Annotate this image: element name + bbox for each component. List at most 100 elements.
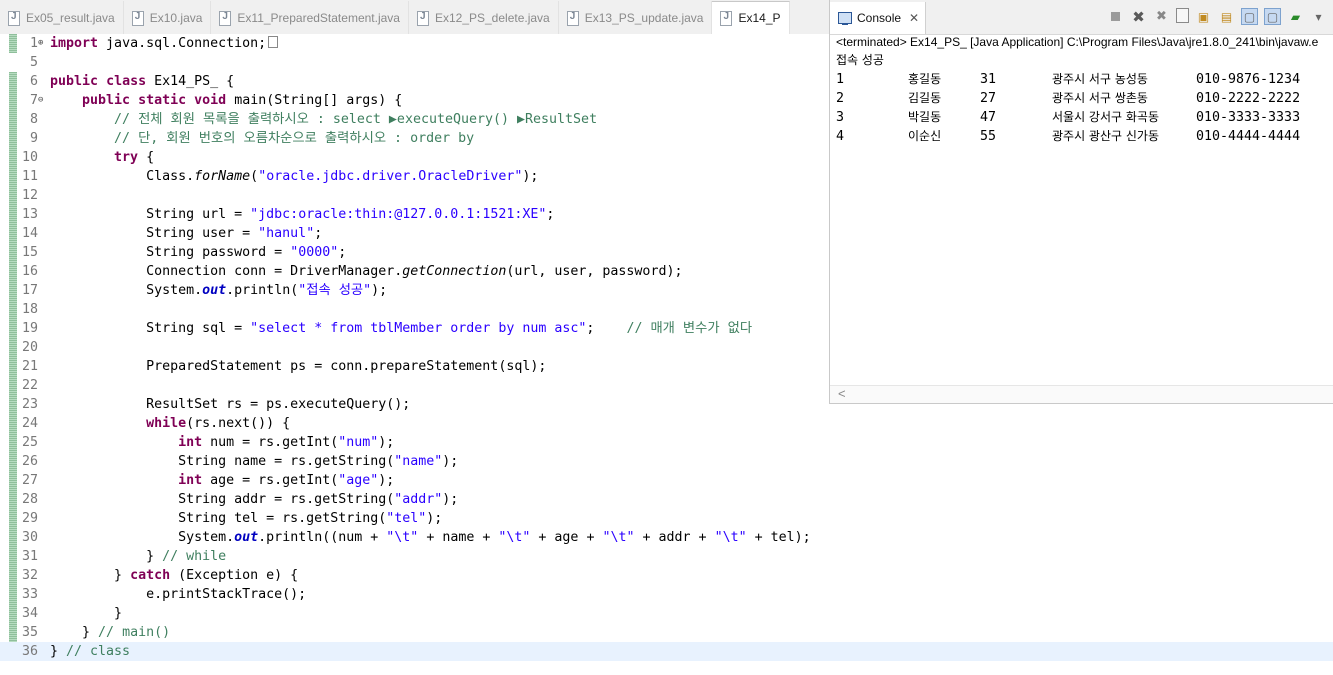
console-tab[interactable]: Console ✕ [830,2,926,34]
code-text: ( [250,169,259,184]
scroll-lock-icon[interactable]: ▣ [1195,8,1212,25]
java-file-icon [566,10,579,26]
code-line: 33 e.printStackTrace(); [0,585,829,604]
code-line: 16 Connection conn = DriverManager.getCo… [0,262,829,281]
line-number: 32 [21,568,38,583]
fold-expand-icon[interactable]: ⊕ [38,34,43,53]
code-line: 14 String user = "hanul"; [0,224,829,243]
string-literal: "접속 성공" [298,283,372,298]
line-number: 21 [21,359,38,374]
string-literal: "age" [338,473,379,488]
code-text: java.sql.Connection; [98,36,267,51]
keyword: catch [130,568,171,583]
fold-collapse-icon[interactable]: ⊖ [38,91,43,110]
editor-tab-active[interactable]: Ex14_P [712,1,790,34]
clear-console-icon[interactable] [1176,8,1189,23]
show-console-on-output-icon[interactable]: ▢ [1241,8,1258,25]
code-line: 5 [0,53,829,72]
output-num: 1 [836,72,845,87]
string-literal: "select * from tblMember order by num as… [250,321,587,336]
folded-imports-icon[interactable] [268,36,279,48]
code-line: 34 } [0,604,829,623]
line-number: 17 [21,283,38,298]
keyword: int [178,435,203,450]
line-number: 30 [21,530,38,545]
output-age: 31 [980,72,997,87]
code-line: 19 String sql = "select * from tblMember… [0,319,829,338]
line-number: 11 [21,169,38,184]
code-text: System. [146,283,203,298]
editor-tab[interactable]: Ex13_PS_update.java [559,1,713,34]
code-text: String password = [146,245,291,260]
method-name: getConnection [402,264,507,279]
code-line: 26 String name = rs.getString("name"); [0,452,829,471]
code-text: ); [371,283,388,298]
code-text: } [146,549,163,564]
scroll-left-icon[interactable]: < [838,386,846,401]
display-selected-console-icon[interactable]: ▾ [1310,8,1327,25]
word-wrap-icon[interactable]: ▤ [1218,8,1235,25]
console-output[interactable]: 접속 성공 1 홍길동 31 광주시 서구 농성동 010-9876-1234 2 김길동… [836,51,1330,146]
line-number: 33 [21,587,38,602]
code-text: ); [442,454,459,469]
horizontal-scrollbar[interactable]: < [830,385,1333,403]
code-text: Ex14_PS_ { [146,74,235,89]
editor-tab[interactable]: Ex12_PS_delete.java [409,1,559,34]
code-comment: // 매개 변수가 없다 [626,321,753,336]
code-text: (num + [330,530,387,545]
close-icon[interactable]: ✕ [909,11,919,25]
pin-console-icon[interactable]: ▰ [1287,8,1304,25]
line-number: 7 [29,93,38,108]
code-text: num = rs.getInt( [202,435,339,450]
code-text: PreparedStatement ps = conn.prepareState… [146,359,547,374]
console-text: 접속 성공 [836,53,884,67]
code-line: 11 Class.forName("oracle.jdbc.driver.Ora… [0,167,829,186]
output-name: 이순신 [908,129,942,143]
console-toolbar: ✖ ✖ ▣ ▤ ▢ ▢ ▰ ▾ [1107,8,1327,26]
remove-launch-icon[interactable]: ✖ [1130,8,1147,26]
line-number: 13 [21,207,38,222]
code-line: 25 int num = rs.getInt("num"); [0,433,829,452]
code-line: 29 String tel = rs.getString("tel"); [0,509,829,528]
code-line: 8 // 전체 회원 목록을 출력하시오 : select ▶executeQu… [0,110,829,129]
keyword: static [138,93,187,108]
code-text: { [138,150,155,165]
code-line: 15 String password = "0000"; [0,243,829,262]
line-number: 24 [21,416,38,431]
code-comment: // class [66,644,131,659]
terminate-icon[interactable] [1107,8,1124,25]
editor-tab[interactable]: Ex05_result.java [0,1,124,34]
string-literal: "\t" [386,530,419,545]
keyword: public [82,93,131,108]
output-tel: 010-2222-2222 [1196,91,1301,106]
code-text: .println( [226,283,299,298]
code-line: 13 String url = "jdbc:oracle:thin:@127.0… [0,205,829,224]
code-text: String addr = rs.getString( [178,492,395,507]
code-text: ); [426,511,443,526]
remove-all-terminated-icon[interactable]: ✖ [1153,8,1170,25]
output-num: 3 [836,110,845,125]
string-literal: "\t" [714,530,747,545]
editor-tab-bar: Ex05_result.java Ex10.java Ex11_Prepared… [0,0,829,35]
code-text: ResultSet rs = ps.executeQuery(); [146,397,411,412]
output-tel: 010-9876-1234 [1196,72,1301,87]
code-area[interactable]: 1 ⊕ import java.sql.Connection; 5 6 public … [0,34,1333,661]
output-num: 2 [836,91,845,106]
show-console-on-error-icon[interactable]: ▢ [1264,8,1281,25]
editor-tab[interactable]: Ex10.java [124,1,212,34]
keyword: public [50,74,99,89]
code-line: 27 int age = rs.getInt("age"); [0,471,829,490]
code-editor[interactable]: 1 ⊕ import java.sql.Connection; 5 6 public … [0,34,1333,675]
string-literal: "jdbc:oracle:thin:@127.0.0.1:1521:XE" [250,207,547,222]
line-number: 1 [29,36,38,51]
line-number: 9 [29,131,38,146]
console-tab-label: Console [857,11,902,25]
code-text: + age + [530,530,603,545]
string-literal: "addr" [394,492,443,507]
editor-tab-label: Ex05_result.java [26,10,115,25]
code-text: + tel); [746,530,811,545]
console-process-title: <terminated> Ex14_PS_ [Java Application]… [836,35,1319,49]
editor-tab[interactable]: Ex11_PreparedStatement.java [211,1,409,34]
code-line: 32 } catch (Exception e) { [0,566,829,585]
